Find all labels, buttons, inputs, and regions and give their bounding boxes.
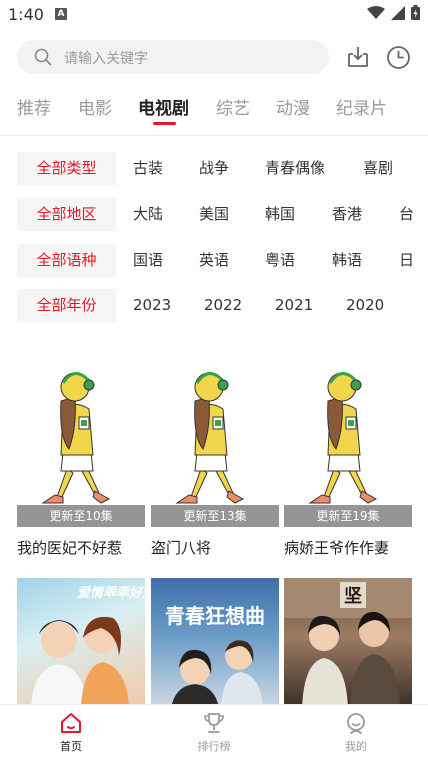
filter-row-region: 全部地区 大陆 美国 韩国 香港 台 — [17, 198, 428, 231]
episode-badge: 更新至13集 — [151, 505, 279, 527]
category-tabs: 推荐 电影 电视剧 综艺 动漫 纪录片 — [0, 94, 428, 134]
search-placeholder: 请输入关键字 — [64, 51, 148, 67]
tab-movies[interactable]: 电影 — [78, 94, 112, 119]
filter-option[interactable]: 香港 — [332, 198, 362, 231]
nav-label: 排行榜 — [197, 740, 231, 753]
show-card[interactable]: 更新至13集 盗门八将 — [151, 357, 279, 558]
show-title[interactable]: 我的医妃不好惹 — [17, 537, 145, 558]
show-thumbnail[interactable]: 更新至10集 — [17, 357, 145, 527]
tab-anime[interactable]: 动漫 — [276, 94, 310, 119]
download-icon[interactable] — [345, 44, 371, 70]
search-bar[interactable]: 请输入关键字 — [17, 40, 329, 74]
filter-option[interactable]: 英语 — [199, 244, 229, 277]
nav-label: 首页 — [60, 740, 82, 753]
tab-recommend[interactable]: 推荐 — [17, 94, 51, 119]
show-poster[interactable]: 青春狂想曲 — [151, 578, 279, 708]
tab-documentary[interactable]: 纪录片 — [336, 94, 387, 119]
search-icon — [34, 48, 52, 66]
filter-option[interactable]: 粤语 — [265, 244, 295, 277]
filter-option[interactable]: 青春偶像 — [265, 152, 325, 185]
filter-row-type: 全部类型 古装 战争 青春偶像 喜剧 — [17, 152, 428, 185]
filter-option[interactable]: 2021 — [275, 289, 313, 322]
home-icon — [61, 713, 81, 733]
poster-title: 爱情乖乖好爱 — [77, 586, 145, 601]
filter-option[interactable]: 喜剧 — [363, 152, 393, 185]
active-tab-indicator — [153, 122, 176, 125]
poster-title: 坚 — [340, 582, 366, 608]
nav-label: 我的 — [345, 740, 367, 753]
tab-tv-series[interactable]: 电视剧 — [138, 94, 189, 119]
show-poster[interactable]: 爱情乖乖好爱 — [17, 578, 145, 708]
trophy-icon — [204, 713, 224, 733]
filter-row-year: 全部年份 2023 2022 2021 2020 — [17, 289, 428, 322]
history-clock-icon[interactable] — [386, 45, 411, 70]
filter-option[interactable]: 国语 — [133, 244, 163, 277]
bottom-navigation: 首页 排行榜 我的 — [0, 704, 428, 760]
filter-option[interactable]: 韩语 — [332, 244, 362, 277]
episode-badge: 更新至19集 — [284, 505, 412, 527]
filter-option[interactable]: 古装 — [133, 152, 163, 185]
show-title[interactable]: 盗门八将 — [151, 537, 279, 558]
filter-all-types[interactable]: 全部类型 — [17, 152, 116, 185]
poster-title: 青春狂想曲 — [165, 604, 265, 628]
tab-variety[interactable]: 综艺 — [216, 94, 250, 119]
filter-option[interactable]: 日 — [399, 244, 414, 277]
poster-people-illustration — [171, 640, 263, 708]
show-poster[interactable]: 坚 — [284, 578, 412, 708]
filter-option[interactable]: 韩国 — [265, 198, 295, 231]
filter-option[interactable]: 大陆 — [133, 198, 163, 231]
show-thumbnail[interactable]: 更新至19集 — [284, 357, 412, 527]
show-card[interactable]: 更新至10集 我的医妃不好惹 — [17, 357, 145, 558]
placeholder-walker-illustration — [308, 371, 378, 505]
nav-home[interactable]: 首页 — [31, 711, 111, 754]
filter-option[interactable]: 台 — [399, 198, 414, 231]
show-card[interactable]: 更新至19集 病娇王爷作作妻 — [284, 357, 412, 558]
filter-all-regions[interactable]: 全部地区 — [17, 198, 116, 231]
status-time: 1:40 — [8, 5, 44, 24]
status-bar: 1:40 A — [0, 0, 428, 30]
filter-option[interactable]: 2022 — [204, 289, 242, 322]
filter-all-years[interactable]: 全部年份 — [17, 289, 116, 322]
nav-profile[interactable]: 我的 — [316, 711, 396, 754]
filter-option[interactable]: 战争 — [199, 152, 229, 185]
filter-row-language: 全部语种 国语 英语 粤语 韩语 日 — [17, 244, 428, 277]
signal-icon — [391, 5, 405, 20]
battery-icon — [411, 5, 420, 20]
episode-badge: 更新至10集 — [17, 505, 145, 527]
nav-ranking[interactable]: 排行榜 — [174, 711, 254, 754]
status-icons — [367, 5, 420, 20]
filter-all-languages[interactable]: 全部语种 — [17, 244, 116, 277]
notification-a-icon: A — [55, 8, 67, 20]
show-title[interactable]: 病娇王爷作作妻 — [284, 537, 412, 558]
placeholder-walker-illustration — [41, 371, 111, 505]
tabs-divider — [0, 135, 428, 136]
placeholder-walker-illustration — [175, 371, 245, 505]
profile-icon — [347, 713, 365, 734]
filter-option[interactable]: 美国 — [199, 198, 229, 231]
show-thumbnail[interactable]: 更新至13集 — [151, 357, 279, 527]
wifi-icon — [367, 5, 385, 19]
filter-option[interactable]: 2023 — [133, 289, 171, 322]
filter-option[interactable]: 2020 — [346, 289, 384, 322]
